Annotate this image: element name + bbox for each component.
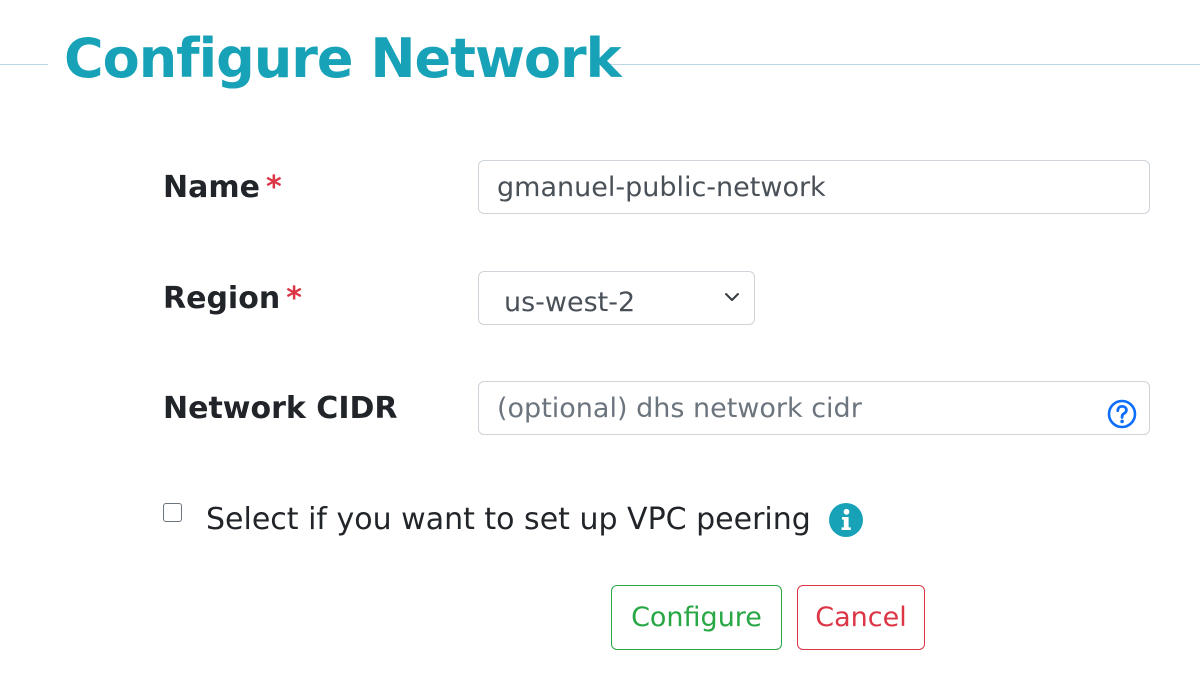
vpc-peering-checkbox[interactable]: [163, 503, 182, 522]
network-cidr-label-text: Network CIDR: [163, 391, 398, 426]
name-required-mark: *: [265, 170, 282, 205]
vpc-peering-label[interactable]: Select if you want to set up VPC peering: [206, 500, 811, 540]
fieldset-border-right: [607, 64, 1200, 65]
info-circle-icon[interactable]: [828, 502, 864, 538]
region-select[interactable]: us-west-2: [478, 271, 755, 325]
fieldset-border-left: [0, 64, 48, 65]
network-cidr-input[interactable]: [478, 381, 1150, 435]
region-label-text: Region: [163, 281, 281, 316]
network-cidr-label: Network CIDR: [163, 389, 398, 429]
region-label: Region *: [163, 279, 302, 319]
region-selected-value: us-west-2: [504, 287, 636, 318]
name-input[interactable]: [478, 160, 1150, 214]
cancel-button[interactable]: Cancel: [797, 585, 925, 650]
configure-network-form: Configure Network Name* Region* us-west-…: [0, 0, 1200, 675]
region-required-mark: *: [286, 281, 302, 316]
name-label: Name *: [163, 168, 282, 208]
chevron-down-icon: [725, 293, 739, 301]
page-title: Configure Network: [64, 27, 621, 90]
name-label-text: Name: [163, 170, 260, 205]
configure-button[interactable]: Configure: [611, 585, 782, 650]
question-circle-icon[interactable]: [1106, 398, 1138, 430]
